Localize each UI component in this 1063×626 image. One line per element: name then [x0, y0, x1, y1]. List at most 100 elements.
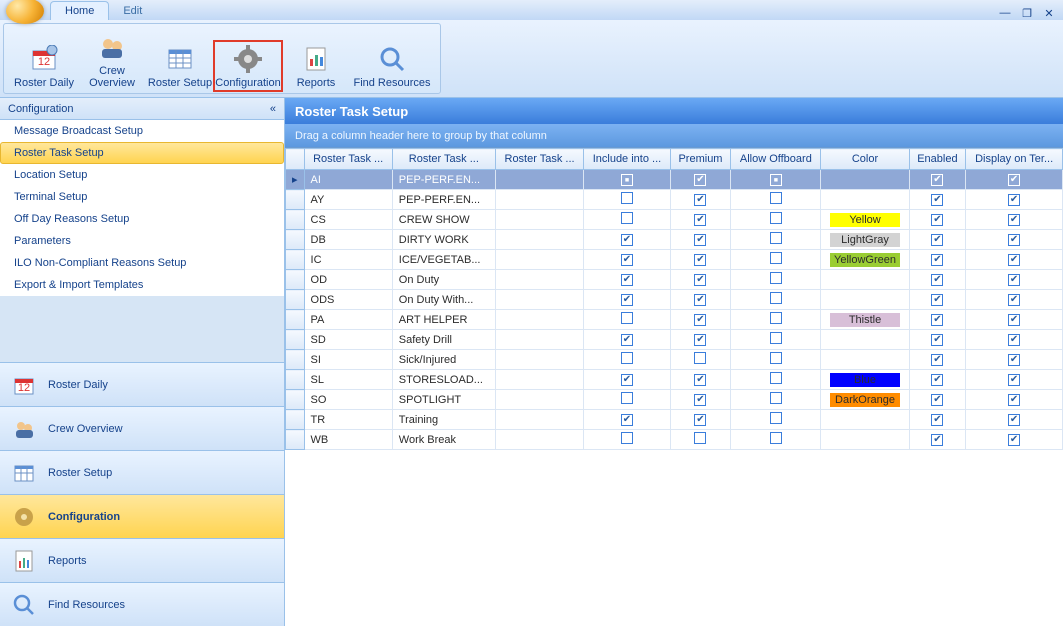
checkbox-cell[interactable]: [966, 290, 1063, 310]
checkbox-cell[interactable]: [909, 390, 966, 410]
checkbox-cell[interactable]: [966, 370, 1063, 390]
table-row[interactable]: CSCREW SHOWYellow: [286, 210, 1063, 230]
checkbox-cell[interactable]: [670, 370, 731, 390]
cell-name[interactable]: Work Break: [392, 430, 495, 450]
checkbox-cell[interactable]: [584, 250, 671, 270]
cell-code[interactable]: DB: [304, 230, 392, 250]
checkbox-cell[interactable]: [584, 410, 671, 430]
cell-code[interactable]: SL: [304, 370, 392, 390]
checkbox-cell[interactable]: [584, 370, 671, 390]
table-row[interactable]: ODOn Duty: [286, 270, 1063, 290]
cell-extra[interactable]: [495, 230, 583, 250]
cell-code[interactable]: SD: [304, 330, 392, 350]
cell-extra[interactable]: [495, 190, 583, 210]
checkbox-cell[interactable]: [584, 210, 671, 230]
cell-name[interactable]: PEP-PERF.EN...: [392, 170, 495, 190]
checkbox-cell[interactable]: [966, 350, 1063, 370]
column-header[interactable]: Include into ...: [584, 149, 671, 170]
cell-color[interactable]: LightGray: [821, 230, 909, 250]
cell-code[interactable]: WB: [304, 430, 392, 450]
checkbox-cell[interactable]: [584, 190, 671, 210]
checkbox-cell[interactable]: [909, 170, 966, 190]
checkbox-cell[interactable]: [584, 310, 671, 330]
column-header[interactable]: Roster Task ...: [304, 149, 392, 170]
checkbox-cell[interactable]: [966, 190, 1063, 210]
checkbox-cell[interactable]: [670, 210, 731, 230]
sidebar-header[interactable]: Configuration «: [0, 98, 284, 120]
sidebar-item[interactable]: Message Broadcast Setup: [0, 120, 284, 142]
ribbon-roster-setup[interactable]: Roster Setup: [146, 41, 214, 91]
collapse-chevron-icon[interactable]: «: [270, 103, 276, 115]
cell-name[interactable]: DIRTY WORK: [392, 230, 495, 250]
checkbox-cell[interactable]: [966, 410, 1063, 430]
cell-name[interactable]: On Duty With...: [392, 290, 495, 310]
ribbon-find-resources[interactable]: Find Resources: [350, 41, 434, 91]
checkbox-cell[interactable]: [670, 290, 731, 310]
checkbox-cell[interactable]: [966, 270, 1063, 290]
table-row[interactable]: ICICE/VEGETAB...YellowGreen: [286, 250, 1063, 270]
checkbox-cell[interactable]: [966, 310, 1063, 330]
checkbox-cell[interactable]: [584, 230, 671, 250]
table-row[interactable]: PAART HELPERThistle: [286, 310, 1063, 330]
cell-extra[interactable]: [495, 270, 583, 290]
nav-item[interactable]: Crew Overview: [0, 406, 284, 450]
cell-code[interactable]: IC: [304, 250, 392, 270]
close-icon[interactable]: ✕: [1041, 6, 1057, 20]
cell-color[interactable]: [821, 290, 909, 310]
cell-extra[interactable]: [495, 350, 583, 370]
checkbox-cell[interactable]: [966, 330, 1063, 350]
cell-color[interactable]: [821, 170, 909, 190]
cell-color[interactable]: [821, 410, 909, 430]
checkbox-cell[interactable]: [584, 170, 671, 190]
cell-name[interactable]: PEP-PERF.EN...: [392, 190, 495, 210]
table-row[interactable]: ODSOn Duty With...: [286, 290, 1063, 310]
cell-color[interactable]: Yellow: [821, 210, 909, 230]
checkbox-cell[interactable]: [731, 230, 821, 250]
checkbox-cell[interactable]: [731, 330, 821, 350]
cell-name[interactable]: On Duty: [392, 270, 495, 290]
checkbox-cell[interactable]: [731, 310, 821, 330]
checkbox-cell[interactable]: [584, 430, 671, 450]
column-header[interactable]: Roster Task ...: [392, 149, 495, 170]
checkbox-cell[interactable]: [731, 190, 821, 210]
checkbox-cell[interactable]: [909, 210, 966, 230]
ribbon-reports[interactable]: Reports: [282, 41, 350, 91]
tab-home[interactable]: Home: [50, 1, 109, 20]
table-row[interactable]: SDSafety Drill: [286, 330, 1063, 350]
cell-code[interactable]: TR: [304, 410, 392, 430]
group-hint[interactable]: Drag a column header here to group by th…: [285, 124, 1063, 148]
tab-edit[interactable]: Edit: [109, 2, 156, 20]
cell-extra[interactable]: [495, 250, 583, 270]
cell-extra[interactable]: [495, 370, 583, 390]
cell-color[interactable]: [821, 270, 909, 290]
cell-extra[interactable]: [495, 210, 583, 230]
checkbox-cell[interactable]: [670, 190, 731, 210]
cell-code[interactable]: PA: [304, 310, 392, 330]
checkbox-cell[interactable]: [731, 250, 821, 270]
checkbox-cell[interactable]: [731, 290, 821, 310]
checkbox-cell[interactable]: [909, 410, 966, 430]
checkbox-cell[interactable]: [670, 330, 731, 350]
checkbox-cell[interactable]: [584, 270, 671, 290]
checkbox-cell[interactable]: [909, 230, 966, 250]
checkbox-cell[interactable]: [731, 430, 821, 450]
cell-color[interactable]: DarkOrange: [821, 390, 909, 410]
column-header[interactable]: Enabled: [909, 149, 966, 170]
restore-icon[interactable]: ❐: [1019, 6, 1035, 20]
checkbox-cell[interactable]: [670, 410, 731, 430]
nav-item[interactable]: Reports: [0, 538, 284, 582]
table-row[interactable]: SOSPOTLIGHTDarkOrange: [286, 390, 1063, 410]
checkbox-cell[interactable]: [670, 310, 731, 330]
cell-color[interactable]: [821, 430, 909, 450]
checkbox-cell[interactable]: [731, 170, 821, 190]
table-row[interactable]: DBDIRTY WORK LightGray: [286, 230, 1063, 250]
cell-name[interactable]: STORESLOAD...: [392, 370, 495, 390]
checkbox-cell[interactable]: [584, 390, 671, 410]
checkbox-cell[interactable]: [909, 190, 966, 210]
checkbox-cell[interactable]: [584, 350, 671, 370]
checkbox-cell[interactable]: [909, 250, 966, 270]
checkbox-cell[interactable]: [966, 210, 1063, 230]
checkbox-cell[interactable]: [966, 230, 1063, 250]
checkbox-cell[interactable]: [731, 410, 821, 430]
checkbox-cell[interactable]: [731, 390, 821, 410]
